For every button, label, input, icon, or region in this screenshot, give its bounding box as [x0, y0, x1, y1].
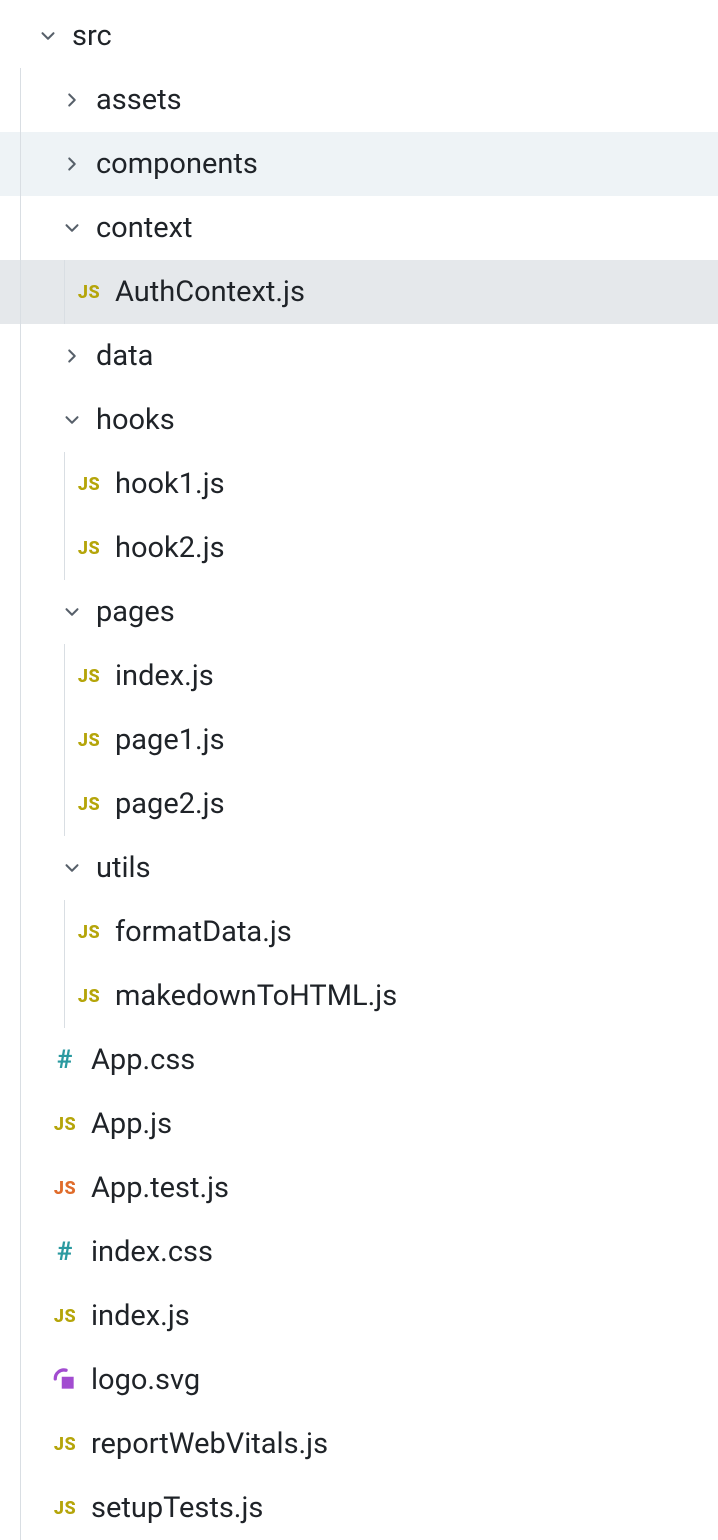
chevron-down-icon	[30, 25, 66, 47]
js-icon: JS	[69, 922, 109, 943]
file-page1[interactable]: JS page1.js	[0, 708, 718, 772]
file-label: logo.svg	[85, 1363, 200, 1397]
js-icon: JS	[45, 1498, 85, 1519]
folder-label: hooks	[90, 403, 175, 437]
chevron-right-icon	[54, 345, 90, 367]
folder-utils[interactable]: utils	[0, 836, 718, 900]
file-label: hook1.js	[109, 467, 225, 501]
file-setuptests[interactable]: JS setupTests.js	[0, 1476, 718, 1540]
file-label: App.test.js	[85, 1171, 229, 1205]
chevron-down-icon	[54, 601, 90, 623]
chevron-down-icon	[54, 217, 90, 239]
folder-data[interactable]: data	[0, 324, 718, 388]
chevron-down-icon	[54, 409, 90, 431]
folder-label: src	[66, 19, 112, 53]
file-label: makedownToHTML.js	[109, 979, 397, 1013]
file-index-js[interactable]: JS index.js	[0, 1284, 718, 1348]
file-hook1[interactable]: JS hook1.js	[0, 452, 718, 516]
file-reportwebvitals[interactable]: JS reportWebVitals.js	[0, 1412, 718, 1476]
file-label: hook2.js	[109, 531, 225, 565]
file-label: page1.js	[109, 723, 225, 757]
folder-label: data	[90, 339, 153, 373]
folder-pages[interactable]: pages	[0, 580, 718, 644]
js-icon: JS	[69, 474, 109, 495]
folder-src[interactable]: src	[0, 4, 718, 68]
chevron-right-icon	[54, 89, 90, 111]
js-icon: JS	[69, 666, 109, 687]
folder-label: components	[90, 147, 258, 181]
js-icon: JS	[69, 730, 109, 751]
folder-hooks[interactable]: hooks	[0, 388, 718, 452]
js-icon: JS	[45, 1306, 85, 1327]
file-label: reportWebVitals.js	[85, 1427, 328, 1461]
js-icon: JS	[69, 794, 109, 815]
file-pages-index[interactable]: JS index.js	[0, 644, 718, 708]
file-label: formatData.js	[109, 915, 292, 949]
js-icon: JS	[69, 538, 109, 559]
file-label: App.css	[85, 1043, 195, 1077]
file-authcontext[interactable]: JS AuthContext.js	[0, 260, 718, 324]
css-icon: #	[45, 1237, 85, 1267]
folder-label: utils	[90, 851, 151, 885]
js-test-icon: JS	[45, 1178, 85, 1199]
js-icon: JS	[69, 986, 109, 1007]
js-icon: JS	[69, 282, 109, 303]
file-logo-svg[interactable]: logo.svg	[0, 1348, 718, 1412]
file-label: index.css	[85, 1235, 213, 1269]
file-label: index.js	[85, 1299, 190, 1333]
file-makedowntohtml[interactable]: JS makedownToHTML.js	[0, 964, 718, 1028]
chevron-right-icon	[54, 153, 90, 175]
file-label: AuthContext.js	[109, 275, 305, 309]
file-app-test[interactable]: JS App.test.js	[0, 1156, 718, 1220]
folder-label: pages	[90, 595, 175, 629]
file-index-css[interactable]: # index.css	[0, 1220, 718, 1284]
file-label: setupTests.js	[85, 1491, 263, 1525]
folder-components[interactable]: components	[0, 132, 718, 196]
file-label: App.js	[85, 1107, 172, 1141]
chevron-down-icon	[54, 857, 90, 879]
file-app-js[interactable]: JS App.js	[0, 1092, 718, 1156]
file-tree: src assets components context	[0, 0, 718, 1540]
svg-icon	[45, 1367, 85, 1393]
file-label: index.js	[109, 659, 214, 693]
folder-label: assets	[90, 83, 182, 117]
folder-assets[interactable]: assets	[0, 68, 718, 132]
file-hook2[interactable]: JS hook2.js	[0, 516, 718, 580]
folder-context[interactable]: context	[0, 196, 718, 260]
file-page2[interactable]: JS page2.js	[0, 772, 718, 836]
js-icon: JS	[45, 1434, 85, 1455]
file-label: page2.js	[109, 787, 225, 821]
css-icon: #	[45, 1045, 85, 1075]
folder-label: context	[90, 211, 192, 245]
file-formatdata[interactable]: JS formatData.js	[0, 900, 718, 964]
js-icon: JS	[45, 1114, 85, 1135]
file-app-css[interactable]: # App.css	[0, 1028, 718, 1092]
